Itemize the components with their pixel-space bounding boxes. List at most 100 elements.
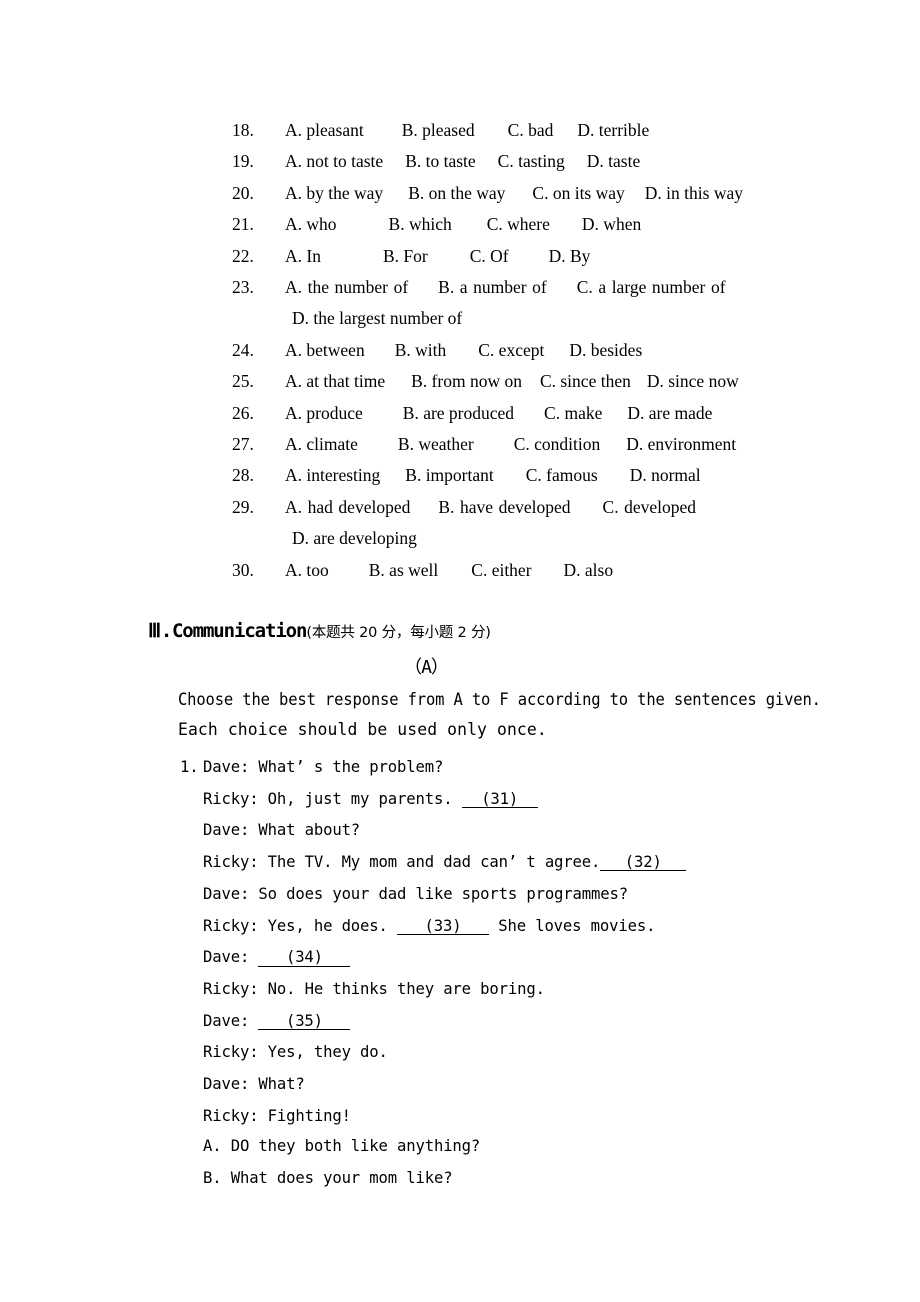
mc-option[interactable]: B. weather — [398, 429, 474, 460]
mc-option[interactable]: C. on its way — [532, 178, 624, 209]
mc-option[interactable]: B. a number of — [438, 272, 547, 303]
mc-option[interactable]: A. not to taste — [285, 146, 383, 177]
mc-option[interactable]: B. on the way — [408, 178, 505, 209]
mc-option[interactable]: B. are produced — [403, 398, 514, 429]
dialogue-line: Ricky: Fighting! — [0, 1101, 920, 1133]
mc-option[interactable]: B. have developed — [438, 492, 570, 523]
dialogue-line: Ricky: No. He thinks they are boring. — [0, 974, 920, 1006]
dialogue-text: Dave: So does your dad like sports progr… — [203, 879, 628, 911]
answer-choice-row: A. DO they both like anything? — [0, 1131, 920, 1163]
dialogue-line: Ricky: Oh, just my parents. (31) — [0, 784, 920, 816]
mc-option[interactable]: A. climate — [285, 429, 358, 460]
dialogue-speaker-line: Ricky: The TV. My mom and dad can’ t agr… — [203, 853, 601, 872]
mc-option[interactable]: D. are made — [627, 398, 712, 429]
mc-option[interactable]: C. Of — [470, 241, 509, 272]
mc-option[interactable]: A. at that time — [285, 366, 385, 397]
part-label: （A） — [0, 653, 920, 679]
answer-blank[interactable]: (35) — [258, 1012, 351, 1030]
mc-option[interactable]: B. from now on — [411, 366, 522, 397]
mc-option-group: A. produce B. are produced C. make D. are m… — [285, 398, 920, 429]
mc-option[interactable]: D. are developing — [292, 523, 417, 554]
mc-item-number: 18. — [232, 120, 254, 140]
mc-item-number: 25. — [232, 371, 254, 392]
dialogue-line: Dave: What? — [0, 1069, 920, 1101]
mc-option[interactable]: B. as well — [369, 555, 439, 586]
mc-option[interactable]: C. except — [478, 335, 544, 366]
dialogue-line: Ricky: The TV. My mom and dad can’ t agr… — [0, 847, 920, 879]
dialogue-text: Dave: What? — [203, 1069, 305, 1101]
mc-item-row: 19. A. not to taste B. to taste C. tasting D… — [0, 146, 920, 177]
mc-option[interactable]: A. the number of — [285, 272, 408, 303]
answer-choice[interactable]: B. What does your mom like? — [203, 1163, 453, 1195]
mc-option[interactable]: D. since now — [647, 366, 739, 397]
dialogue-line: Dave: (35) — [0, 1006, 920, 1038]
mc-option[interactable]: C. famous — [526, 460, 598, 491]
mc-option-group: A. had developed B. have developed C. deve… — [285, 492, 920, 523]
mc-option[interactable]: C. tasting — [498, 146, 565, 177]
mc-option[interactable]: A. between — [285, 335, 365, 366]
mc-option-group: A. between B. with C. except D. besides — [285, 335, 920, 366]
answer-blank[interactable]: (32) — [600, 854, 687, 872]
dialogue-speaker-line: Dave: So does your dad like sports progr… — [203, 884, 628, 903]
mc-option[interactable]: B. important — [405, 460, 493, 491]
mc-option[interactable]: B. with — [395, 335, 447, 366]
mc-option-group: A. too B. as well C. either D. also — [285, 555, 920, 586]
mc-option[interactable]: C. a large number of — [577, 272, 726, 303]
mc-option[interactable]: A. too — [285, 555, 329, 586]
mc-option[interactable]: D. in this way — [645, 178, 743, 209]
mc-option[interactable]: D. besides — [569, 335, 642, 366]
mc-item-number: 27. — [232, 434, 254, 455]
mc-item-row: 20. A. by the way B. on the way C. on its w… — [0, 178, 920, 209]
mc-option[interactable]: D. also — [564, 555, 614, 586]
mc-option[interactable]: D. taste — [587, 146, 640, 177]
mc-option[interactable]: B. to taste — [405, 146, 475, 177]
mc-option[interactable]: C. developed — [603, 492, 697, 523]
dialogue-speaker-line: Dave: — [203, 948, 259, 967]
mc-item-row: 22. A. In B. For C. Of D. By — [0, 241, 920, 272]
mc-option[interactable]: D. By — [549, 241, 591, 272]
mc-item-number: 23. — [232, 277, 254, 298]
answer-blank[interactable]: (33) — [397, 917, 490, 935]
mc-option-group: A. pleasant B. pleased C. bad D. terrible — [285, 115, 920, 146]
mc-option[interactable]: A. In — [285, 241, 321, 272]
mc-option[interactable]: A. had developed — [285, 492, 410, 523]
mc-option[interactable]: D. terrible — [577, 115, 649, 146]
mc-option[interactable]: A. produce — [285, 398, 363, 429]
dialogue-speaker-line: Ricky: Yes, they do. — [203, 1043, 388, 1062]
mc-option[interactable]: D. the largest number of — [292, 303, 462, 334]
mc-option[interactable]: C. where — [487, 209, 550, 240]
dialogue-line: Dave: (34) — [0, 942, 920, 974]
mc-option[interactable]: A. interesting — [285, 460, 380, 491]
mc-option[interactable]: A. by the way — [285, 178, 383, 209]
section-subtitle-score: (本题共 20 分，每小题 2 分) — [306, 625, 491, 641]
mc-option[interactable]: C. make — [544, 398, 602, 429]
mc-option[interactable]: A. pleasant — [285, 115, 364, 146]
mc-option-group: A. by the way B. on the way C. on its way D… — [285, 178, 920, 209]
mc-option[interactable]: D. normal — [630, 460, 701, 491]
mc-option-group: A. not to taste B. to taste C. tasting D. t… — [285, 146, 920, 177]
mc-option[interactable]: C. since then — [540, 366, 631, 397]
mc-option[interactable]: D. environment — [626, 429, 736, 460]
mc-option[interactable]: C. condition — [514, 429, 601, 460]
section-roman-numeral: Ⅲ — [148, 620, 161, 642]
mc-option[interactable]: B. For — [383, 241, 428, 272]
dialogue-text: Ricky: Yes, he does. (33) She loves movi… — [203, 911, 655, 943]
mc-option-group: A. In B. For C. Of D. By — [285, 241, 920, 272]
answer-blank[interactable]: (31) — [461, 790, 538, 809]
mc-option[interactable]: D. when — [582, 209, 641, 240]
answer-blank[interactable]: (34) — [258, 949, 351, 967]
mc-option[interactable]: B. pleased — [402, 115, 475, 146]
mc-option[interactable]: C. bad — [508, 115, 554, 146]
mc-option[interactable]: A. who — [285, 209, 337, 240]
mc-option[interactable]: C. either — [471, 555, 531, 586]
dialogue-speaker-line: Dave: What? — [203, 1075, 305, 1094]
dialogue-line: Dave: What about? — [0, 815, 920, 847]
part-label-text: （A） — [404, 657, 449, 678]
dialogue-line: Ricky: Yes, he does. (33) She loves movi… — [0, 911, 920, 943]
mc-option[interactable]: B. which — [389, 209, 452, 240]
dialogue-speaker-line: Ricky: Oh, just my parents. — [203, 789, 462, 808]
mc-option-group: A. who B. which C. where D. when — [285, 209, 920, 240]
dialogue-text-tail: She loves movies. — [489, 916, 656, 935]
mc-option-group: A. climate B. weather C. condition D. envir… — [285, 429, 920, 460]
answer-choice[interactable]: A. DO they both like anything? — [203, 1131, 480, 1163]
